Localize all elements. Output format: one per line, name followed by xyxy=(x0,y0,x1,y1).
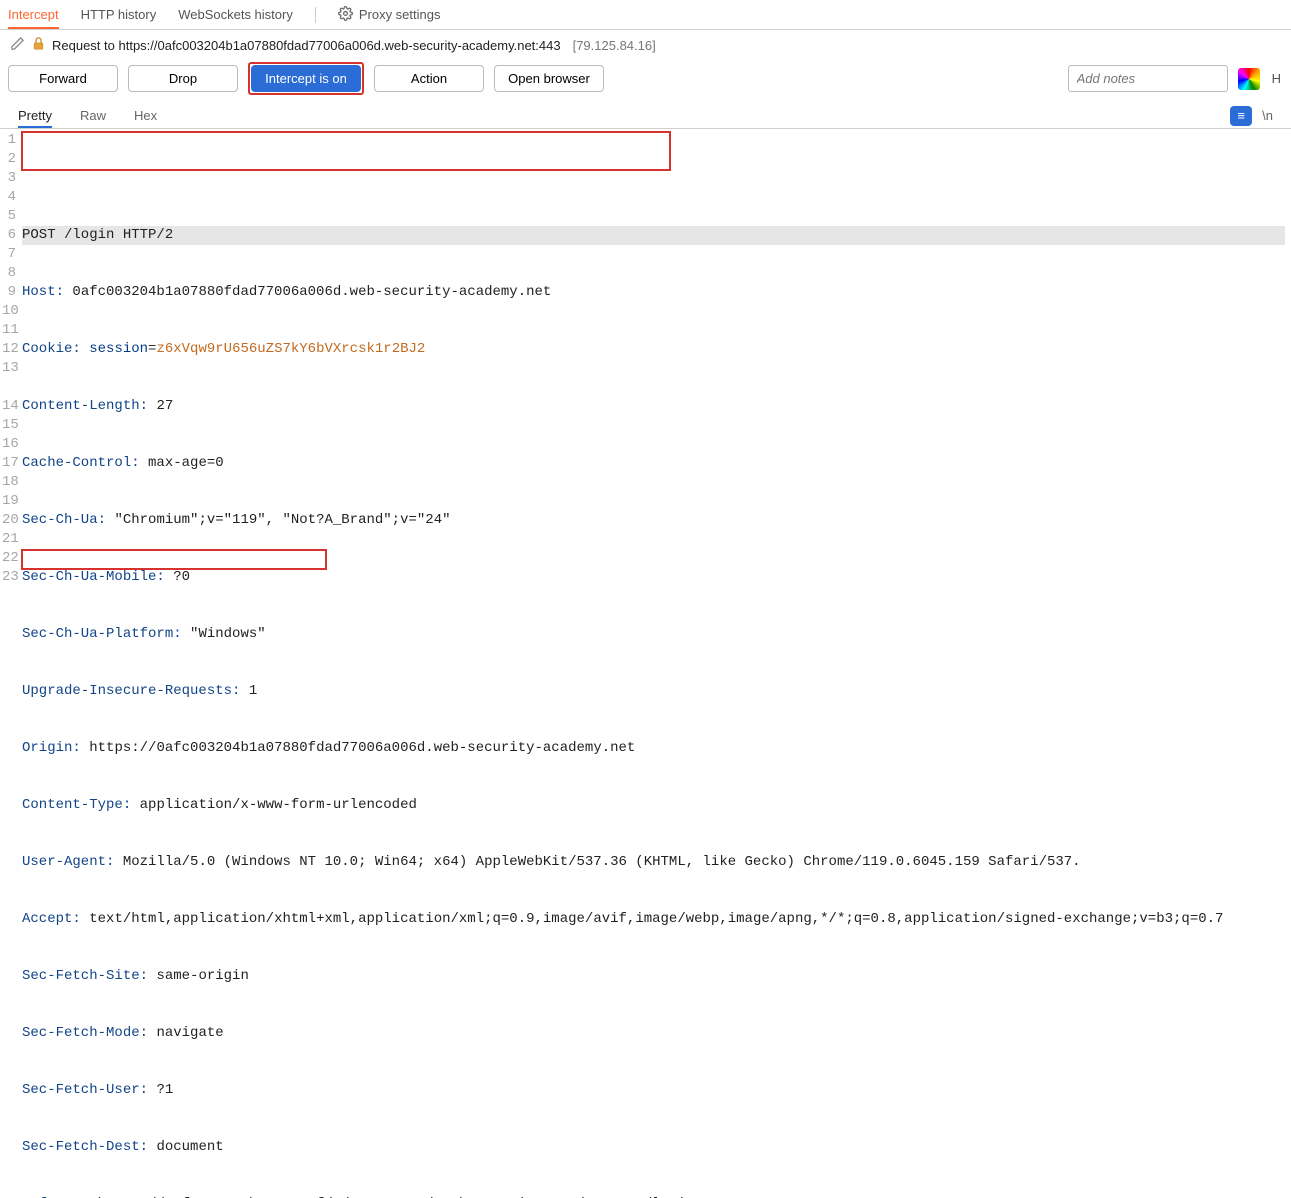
notes-input[interactable] xyxy=(1068,65,1228,92)
tab-intercept[interactable]: Intercept xyxy=(8,1,59,29)
separator xyxy=(315,7,316,23)
tab-pretty[interactable]: Pretty xyxy=(18,104,52,128)
proxy-settings-label: Proxy settings xyxy=(359,7,441,22)
highlight-color-picker[interactable] xyxy=(1238,68,1260,90)
highlight-box-top xyxy=(21,131,671,171)
http-code[interactable]: POST /login HTTP/2 Host: 0afc003204b1a07… xyxy=(22,131,1291,1198)
tab-http-history[interactable]: HTTP history xyxy=(81,1,157,28)
highlight-box-bottom xyxy=(21,549,327,570)
top-tabs: Intercept HTTP history WebSockets histor… xyxy=(0,0,1291,30)
action-button[interactable]: Action xyxy=(374,65,484,92)
pencil-icon[interactable] xyxy=(10,36,25,54)
lock-icon xyxy=(31,36,46,54)
drop-button[interactable]: Drop xyxy=(128,65,238,92)
request-url-text: Request to https://0afc003204b1a07880fda… xyxy=(52,38,561,53)
forward-button[interactable]: Forward xyxy=(8,65,118,92)
line-gutter: 1234567891011121314151617181920212223 xyxy=(0,131,22,1198)
gear-icon xyxy=(338,6,353,24)
toolbar: Forward Drop Intercept is on Action Open… xyxy=(0,60,1291,103)
proxy-settings-link[interactable]: Proxy settings xyxy=(338,6,441,24)
newline-label[interactable]: \n xyxy=(1262,108,1273,123)
tab-raw[interactable]: Raw xyxy=(80,104,106,127)
intercept-toggle-highlight: Intercept is on xyxy=(248,62,364,95)
equals-icon[interactable]: ≡ xyxy=(1230,106,1252,126)
request-ip: [79.125.84.16] xyxy=(573,38,656,53)
tab-ws-history[interactable]: WebSockets history xyxy=(178,1,293,28)
request-info-bar: Request to https://0afc003204b1a07880fda… xyxy=(0,30,1291,60)
intercept-toggle-button[interactable]: Intercept is on xyxy=(251,65,361,92)
tab-hex[interactable]: Hex xyxy=(134,104,157,127)
open-browser-button[interactable]: Open browser xyxy=(494,65,604,92)
help-label[interactable]: H xyxy=(1270,71,1283,86)
http-editor[interactable]: 1234567891011121314151617181920212223 PO… xyxy=(0,129,1291,1198)
view-tabs: Pretty Raw Hex ≡ \n xyxy=(0,103,1291,129)
